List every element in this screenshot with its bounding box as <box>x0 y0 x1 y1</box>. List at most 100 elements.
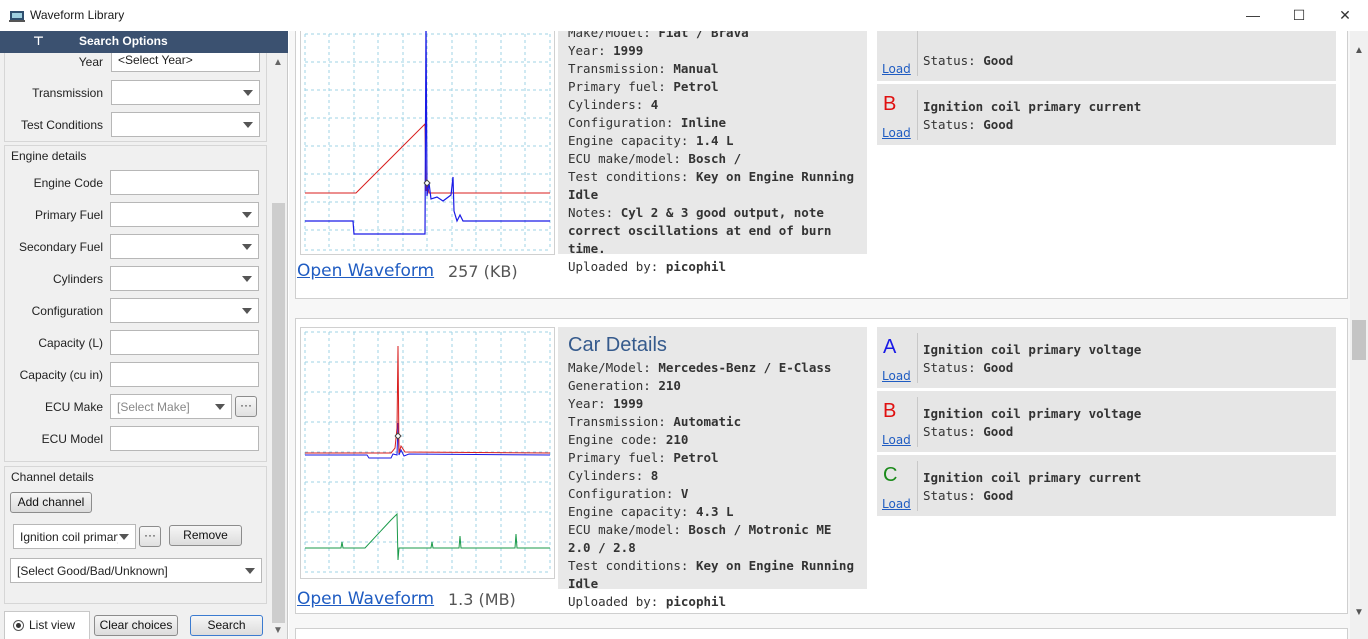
chevron-down-icon <box>242 244 252 250</box>
chevron-down-icon <box>243 122 253 128</box>
car-details-heading: Car Details <box>568 334 667 356</box>
year-label: Year <box>78 55 103 69</box>
ecu-make-label: ECU Make <box>44 400 103 414</box>
detail-transmission: Transmission: Automatic <box>568 414 742 429</box>
detail-test-conditions: Test conditions: Key on Engine Running I… <box>568 558 854 591</box>
results-scrollbar[interactable]: ▲ ▼ <box>1350 31 1368 639</box>
scroll-up-icon[interactable]: ▲ <box>1354 45 1364 56</box>
waveform-thumbnail[interactable] <box>300 327 555 579</box>
ecu-make-select[interactable]: [Select Make] <box>110 394 232 419</box>
radio-selected-icon[interactable] <box>13 620 24 631</box>
search-actions-bar: List view Clear choices Search <box>0 609 270 639</box>
ecu-model-label: ECU Model <box>41 432 103 446</box>
channel-entry: B Load Ignition coil primary current Sta… <box>877 84 1336 145</box>
channel-entry: B Load Ignition coil primary voltage Sta… <box>877 391 1336 452</box>
cylinders-label: Cylinders <box>52 272 103 286</box>
window-title: Waveform Library <box>30 8 125 22</box>
results-list: Make/Model: Fiat / Brava Year: 1999 Tran… <box>289 31 1350 639</box>
secondary-fuel-label: Secondary Fuel <box>18 240 103 254</box>
search-options-header[interactable]: ⊤ Search Options <box>0 31 288 53</box>
scroll-up-icon[interactable]: ▲ <box>273 57 283 68</box>
search-panel-scrollbar[interactable]: ▲ ▼ <box>270 53 287 639</box>
channel-letter: B <box>883 93 897 115</box>
divider <box>917 397 918 447</box>
detail-make-model: Make/Model: Mercedes-Benz / E-Class <box>568 360 832 375</box>
scrollbar-thumb[interactable] <box>272 203 285 623</box>
primary-fuel-select[interactable] <box>110 202 259 227</box>
channel-select[interactable]: Ignition coil primary <box>13 524 136 549</box>
minimize-button[interactable]: — <box>1230 0 1276 31</box>
list-view-option[interactable]: List view <box>4 611 90 639</box>
secondary-fuel-select[interactable] <box>110 234 259 259</box>
chevron-down-icon <box>242 212 252 218</box>
open-waveform-link[interactable]: Open Waveform <box>297 589 434 609</box>
pin-icon[interactable]: ⊤ <box>33 34 44 48</box>
load-link[interactable]: Load <box>882 369 911 383</box>
divider <box>917 333 918 383</box>
detail-generation: Generation: 210 <box>568 378 681 393</box>
result-card: Car Details Make/Model: Mercedes-Benz / … <box>295 318 1348 614</box>
capacity-l-field[interactable] <box>110 330 259 355</box>
load-link[interactable]: Load <box>882 62 911 76</box>
engine-details-title: Engine details <box>11 149 87 163</box>
waveform-thumbnail[interactable] <box>300 31 555 255</box>
scroll-down-icon[interactable]: ▼ <box>1354 607 1364 618</box>
chevron-down-icon <box>245 568 255 574</box>
chevron-down-icon <box>242 308 252 314</box>
year-select[interactable]: <Select Year> <box>111 53 260 72</box>
capacity-cu-in-label: Capacity (cu in) <box>19 368 103 382</box>
engine-code-label: Engine Code <box>33 176 103 190</box>
vehicle-details-group: Year <Select Year> Transmission Test Con… <box>4 53 267 142</box>
car-details: Car Details Make/Model: Mercedes-Benz / … <box>558 327 867 609</box>
app-icon <box>9 11 25 22</box>
chevron-down-icon <box>119 534 129 540</box>
add-channel-button[interactable]: Add channel <box>10 492 92 513</box>
channel-status: Status: Good <box>923 360 1014 375</box>
scroll-down-icon[interactable]: ▼ <box>273 625 283 636</box>
quality-select[interactable]: [Select Good/Bad/Unknown] <box>10 558 262 583</box>
waveform-graph <box>304 331 551 573</box>
detail-engine-capacity: Engine capacity: 1.4 L <box>568 133 734 148</box>
channel-browse-button[interactable]: ··· <box>139 526 161 547</box>
cylinders-select[interactable] <box>110 266 259 291</box>
channel-details-group: Channel details Add channel Ignition coi… <box>4 466 267 604</box>
list-view-label: List view <box>29 618 76 632</box>
maximize-button[interactable]: ☐ <box>1276 0 1322 31</box>
scrollbar-thumb[interactable] <box>1352 320 1366 360</box>
detail-test-conditions: Test conditions: Key on Engine Running I… <box>568 169 854 202</box>
load-link[interactable]: Load <box>882 497 911 511</box>
detail-cylinders: Cylinders: 4 <box>568 97 659 112</box>
channel-name: Ignition coil primary voltage <box>923 342 1142 357</box>
detail-transmission: Transmission: Manual <box>568 61 719 76</box>
title-bar: Waveform Library — ☐ ✕ <box>0 0 1368 31</box>
transmission-label: Transmission <box>32 86 103 100</box>
detail-primary-fuel: Primary fuel: Petrol <box>568 450 719 465</box>
remove-channel-button[interactable]: Remove <box>169 525 242 546</box>
search-button[interactable]: Search <box>190 615 263 636</box>
close-button[interactable]: ✕ <box>1322 0 1368 31</box>
load-link[interactable]: Load <box>882 433 911 447</box>
test-conditions-select[interactable] <box>111 112 260 137</box>
clear-choices-button[interactable]: Clear choices <box>94 615 178 636</box>
channel-entry: A Load Ignition coil primary voltage Sta… <box>877 327 1336 388</box>
engine-code-field[interactable] <box>110 170 259 195</box>
capacity-cu-in-field[interactable] <box>110 362 259 387</box>
chevron-down-icon <box>215 404 225 410</box>
channel-letter: C <box>883 464 898 486</box>
divider <box>917 90 918 140</box>
engine-details-group: Engine details Engine Code Primary Fuel … <box>4 145 267 462</box>
load-link[interactable]: Load <box>882 126 911 140</box>
configuration-select[interactable] <box>110 298 259 323</box>
channel-status: Status: Good <box>923 488 1014 503</box>
channel-entry: Load Status: Good <box>877 31 1336 81</box>
detail-cylinders: Cylinders: 8 <box>568 468 659 483</box>
transmission-select[interactable] <box>111 80 260 105</box>
detail-year: Year: 1999 <box>568 43 644 58</box>
ecu-make-browse-button[interactable]: ··· <box>235 396 257 417</box>
channel-name: Ignition coil primary voltage <box>923 406 1142 421</box>
channel-letter: A <box>883 336 897 358</box>
search-options-scroll-area: Year <Select Year> Transmission Test Con… <box>0 53 288 639</box>
ecu-model-field[interactable] <box>110 426 259 451</box>
detail-ecu: ECU make/model: Bosch / Motronic ME 2.0 … <box>568 522 832 555</box>
open-waveform-link[interactable]: Open Waveform <box>297 261 434 281</box>
